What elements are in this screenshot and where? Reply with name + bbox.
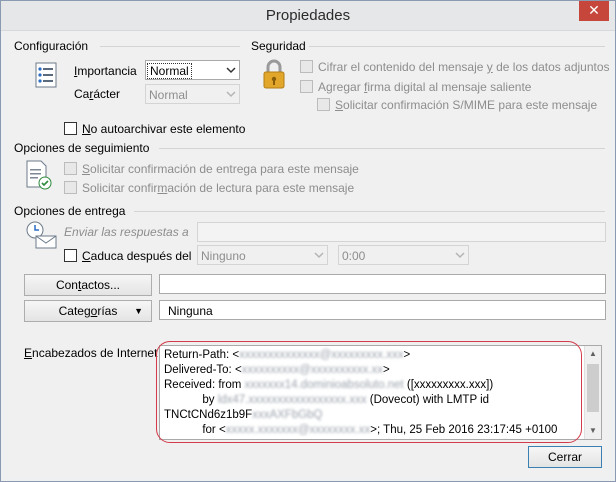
smime-label: Solicitar confirmación S/MIME para este … [335, 98, 598, 112]
smime-checkbox[interactable] [317, 98, 330, 111]
caracter-value: Normal [149, 88, 188, 102]
window-title: Propiedades [265, 7, 351, 24]
config-group-title: Configuración [14, 39, 89, 53]
seguridad-group-title: Seguridad [251, 39, 306, 53]
title-bar: Propiedades ✕ [1, 1, 615, 31]
enviar-respuestas-label: Enviar las respuestas a [64, 225, 189, 239]
firma-digital-checkbox[interactable] [300, 80, 313, 93]
dropdown-arrow-icon: ▼ [134, 306, 143, 316]
seguridad-separator [309, 46, 605, 47]
chevron-down-icon [226, 67, 236, 74]
delivery-clock-icon [24, 220, 58, 250]
caduca-hora-combo[interactable]: 0:00 [338, 245, 469, 265]
close-button[interactable]: ✕ [579, 1, 609, 21]
enviar-respuestas-field[interactable] [197, 222, 606, 242]
properties-dialog: Propiedades ✕ Configuración Importancia … [0, 0, 616, 482]
entrega-separator [134, 211, 605, 212]
caduca-hora-value: 0:00 [342, 249, 366, 263]
firma-digital-label: Agregar firma digital al mensaje salient… [318, 80, 532, 94]
seguimiento-separator [159, 148, 605, 149]
confirmacion-lectura-checkbox[interactable] [64, 181, 77, 194]
importancia-combo[interactable]: Normal [145, 60, 240, 80]
caduca-label: Caduca después del [82, 249, 192, 263]
headers-scrollbar[interactable]: ▲ ▼ [584, 346, 601, 439]
caduca-checkbox[interactable] [64, 249, 77, 262]
config-separator [100, 46, 240, 47]
dialog-content: Configuración Importancia Normal Carácte… [6, 32, 610, 477]
highlight-annotation [156, 341, 582, 443]
confirmacion-lectura-label: Solicitar confirmación de lectura para e… [82, 181, 355, 195]
scroll-thumb[interactable] [587, 364, 599, 412]
caracter-label: Carácter [74, 87, 121, 101]
chevron-down-icon [314, 252, 324, 259]
importancia-value: Normal [147, 63, 192, 79]
entrega-group-title: Opciones de entrega [14, 204, 126, 218]
categorias-button[interactable]: Categorías ▼ [24, 300, 152, 322]
cifrar-checkbox[interactable] [300, 60, 313, 73]
chevron-down-icon [455, 252, 465, 259]
tracking-doc-icon [24, 159, 54, 191]
scroll-up-icon[interactable]: ▲ [585, 346, 601, 362]
cifrar-label: Cifrar el contenido del mensaje y de los… [318, 60, 610, 74]
importancia-label: Importancia [74, 64, 137, 78]
caduca-fecha-value: Ninguno [201, 249, 246, 263]
caduca-fecha-combo[interactable]: Ninguno [197, 245, 328, 265]
categorias-field[interactable]: Ninguna [159, 300, 606, 320]
categorias-value: Ninguna [168, 304, 213, 318]
confirmacion-entrega-label: Solicitar confirmación de entrega para e… [82, 162, 359, 176]
chevron-down-icon [226, 91, 236, 98]
confirmacion-entrega-checkbox[interactable] [64, 162, 77, 175]
scroll-down-icon[interactable]: ▼ [585, 423, 601, 439]
caracter-combo[interactable]: Normal [145, 84, 240, 104]
no-autoarchivar-label: No autoarchivar este elemento [82, 122, 246, 136]
no-autoarchivar-checkbox[interactable] [64, 122, 77, 135]
encabezados-label: Encabezados de Internet [24, 346, 158, 360]
lock-icon [260, 58, 288, 90]
cerrar-button[interactable]: Cerrar [528, 446, 602, 468]
importance-list-icon [32, 61, 60, 89]
contactos-field[interactable] [159, 274, 606, 294]
contactos-button[interactable]: Contactos... [24, 274, 152, 296]
seguimiento-group-title: Opciones de seguimiento [14, 141, 150, 155]
